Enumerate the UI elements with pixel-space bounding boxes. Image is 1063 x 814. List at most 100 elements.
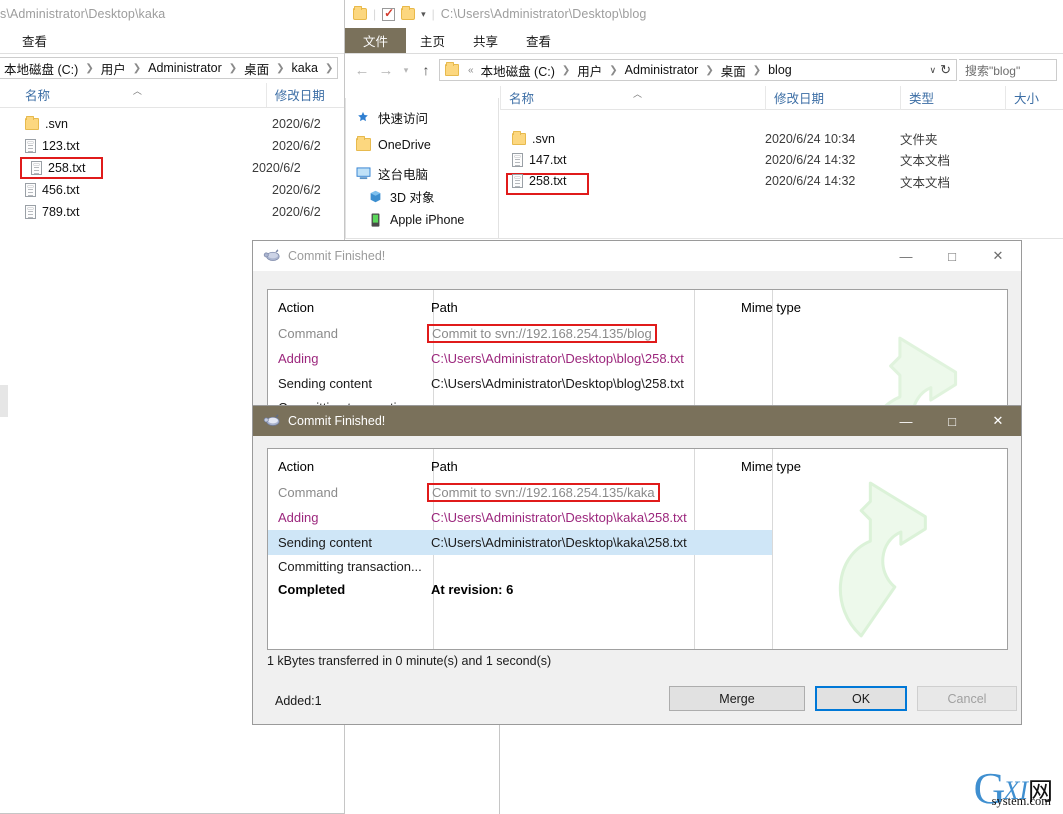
highlighted-path: Commit to svn://192.168.254.135/blog [427,324,657,343]
log-action: Command [278,485,338,500]
left-tab-view[interactable]: 查看 [0,28,61,53]
right-column-type[interactable]: 类型 [900,85,1005,110]
right-column-size[interactable]: 大小 [1005,85,1063,110]
left-file-list: .svn 2020/6/2 123.txt 2020/6/2 258.txt 2… [0,108,344,223]
right-crumb-desktop[interactable]: 桌面 [719,60,748,80]
search-input[interactable]: 搜索"blog" [959,59,1057,81]
tortoisesvn-icon [263,413,281,429]
merge-button[interactable]: Merge [669,686,805,711]
3d-objects-icon [367,189,383,205]
sidebar-item-apple-iphone[interactable]: Apple iPhone [345,208,498,231]
window-edge-divider [344,725,345,814]
right-crumb-drive[interactable]: 本地磁盘 (C:) [479,60,557,80]
overflow-chevrons-icon[interactable]: « [466,65,476,76]
table-row-selected[interactable]: 258.txt 2020/6/24 14:32 文本文档 [500,170,1063,195]
right-column-name-label: 名称 [509,92,535,106]
right-crumb-blog[interactable]: blog [766,62,794,78]
column-path[interactable]: Path [423,300,733,315]
refresh-icon[interactable]: ↻ [940,62,951,78]
chevron-right-icon: ❯ [324,62,334,74]
table-row-selected[interactable]: 258.txt 2020/6/2 [0,157,344,179]
dialog-title-text: Commit Finished! [288,414,386,428]
minimize-button[interactable]: — [883,241,929,271]
file-name: 789.txt [42,205,80,219]
log-row-sending-selected[interactable]: Sending content C:\Users\Administrator\D… [268,530,772,555]
commit-log-list-blog[interactable]: Action Path Mime type Command Commit to … [267,289,1008,416]
log-path-cell: Commit to svn://192.168.254.135/blog [423,324,733,343]
tab-share[interactable]: 共享 [459,28,512,53]
log-row-command[interactable]: Command Commit to svn://192.168.254.135/… [268,321,1007,346]
tab-view[interactable]: 查看 [512,28,565,53]
chevron-right-icon: ❯ [752,64,762,76]
dialog-titlebar-active[interactable]: Commit Finished! — □ ✕ [253,406,1021,436]
left-crumb-administrator[interactable]: Administrator [146,60,224,76]
log-path: At revision: 6 [431,582,514,597]
column-action[interactable]: Action [268,300,423,315]
close-button[interactable]: ✕ [975,406,1021,436]
maximize-button[interactable]: □ [929,406,975,436]
sort-ascending-icon: ︿ [132,85,142,96]
log-row-adding[interactable]: Adding C:\Users\Administrator\Desktop\ka… [268,505,1007,530]
chevron-down-icon[interactable]: ▾ [421,9,426,20]
right-column-name[interactable]: 名称 ︿ [500,85,765,110]
right-crumb-administrator[interactable]: Administrator [623,62,701,78]
right-column-date[interactable]: 修改日期 [765,85,900,110]
log-row-committing[interactable]: Committing transaction... [268,555,1007,578]
right-address-bar: ← → ▾ ↑ « 本地磁盘 (C:) ❯ 用户 ❯ Administrator… [345,54,1063,86]
right-column-size-label: 大小 [1014,92,1040,106]
left-column-date[interactable]: 修改日期 [265,82,344,107]
navigation-pane: 快速访问 OneDrive 这台电脑 3D 对象 Apple iPhone [345,98,499,238]
table-row[interactable]: .svn 2020/6/2 [0,113,344,135]
maximize-button[interactable]: □ [929,241,975,271]
left-crumb-users[interactable]: 用户 [99,58,128,78]
left-crumb-desktop[interactable]: 桌面 [242,58,271,78]
log-action: Completed [278,582,346,597]
right-column-header: 名称 ︿ 修改日期 类型 大小 [500,85,1063,110]
column-mime[interactable]: Mime type [733,459,808,474]
tab-file[interactable]: 文件 [345,28,407,53]
table-row[interactable]: 456.txt 2020/6/2 [0,179,344,201]
sidebar-label: OneDrive [378,137,431,152]
table-row[interactable]: 789.txt 2020/6/2 [0,201,344,223]
minimize-button[interactable]: — [883,406,929,436]
left-breadcrumb[interactable]: 本地磁盘 (C:) ❯ 用户 ❯ Administrator ❯ 桌面 ❯ ka… [0,57,338,79]
dialog-titlebar-inactive[interactable]: Commit Finished! — □ ✕ [253,241,1021,271]
log-row-command[interactable]: Command Commit to svn://192.168.254.135/… [268,480,1007,505]
tab-home[interactable]: 主页 [406,28,459,53]
scrollbar-thumb[interactable] [0,385,8,417]
right-file-list: .svn 2020/6/24 10:34 文件夹 147.txt 2020/6/… [500,124,1063,195]
log-row-completed[interactable]: Completed At revision: 6 [268,578,1007,601]
text-file-icon [512,174,523,188]
ok-button[interactable]: OK [815,686,907,711]
new-folder-icon[interactable] [401,6,416,20]
back-button[interactable]: ← [351,59,373,81]
sidebar-item-this-pc[interactable]: 这台电脑 [345,162,498,185]
properties-icon[interactable] [382,6,396,21]
up-button[interactable]: ↑ [415,59,437,81]
table-row[interactable]: 147.txt 2020/6/24 14:32 文本文档 [500,149,1063,170]
left-crumb-drive[interactable]: 本地磁盘 (C:) [2,58,80,78]
recent-locations-button[interactable]: ▾ [399,59,413,81]
left-crumb-kaka[interactable]: kaka [290,60,320,76]
highlighted-path: Commit to svn://192.168.254.135/kaka [427,483,660,502]
right-crumb-users[interactable]: 用户 [575,60,604,80]
text-file-icon [25,183,36,197]
forward-button[interactable]: → [375,59,397,81]
left-window-menubar: 查看 [0,28,344,54]
close-button[interactable]: ✕ [975,241,1021,271]
sidebar-item-onedrive[interactable]: OneDrive [345,133,498,156]
chevron-right-icon: ❯ [85,62,94,74]
table-row[interactable]: 123.txt 2020/6/2 [0,135,344,157]
right-breadcrumb[interactable]: « 本地磁盘 (C:) ❯ 用户 ❯ Administrator ❯ 桌面 ❯ … [439,59,957,81]
log-row-sending[interactable]: Sending content C:\Users\Administrator\D… [268,371,1007,396]
column-action[interactable]: Action [268,459,423,474]
address-dropdown-icon[interactable]: ∨ [930,65,937,76]
column-mime[interactable]: Mime type [733,300,808,315]
column-path[interactable]: Path [423,459,733,474]
sidebar-item-quick-access[interactable]: 快速访问 [345,106,498,129]
commit-log-list-kaka[interactable]: Action Path Mime type Command Commit to … [267,448,1008,650]
left-column-name[interactable]: 名称 ︿ [0,83,266,107]
log-row-adding[interactable]: Adding C:\Users\Administrator\Desktop\bl… [268,346,1007,371]
sidebar-item-3d-objects[interactable]: 3D 对象 [345,185,498,208]
table-row[interactable]: .svn 2020/6/24 10:34 文件夹 [500,128,1063,149]
